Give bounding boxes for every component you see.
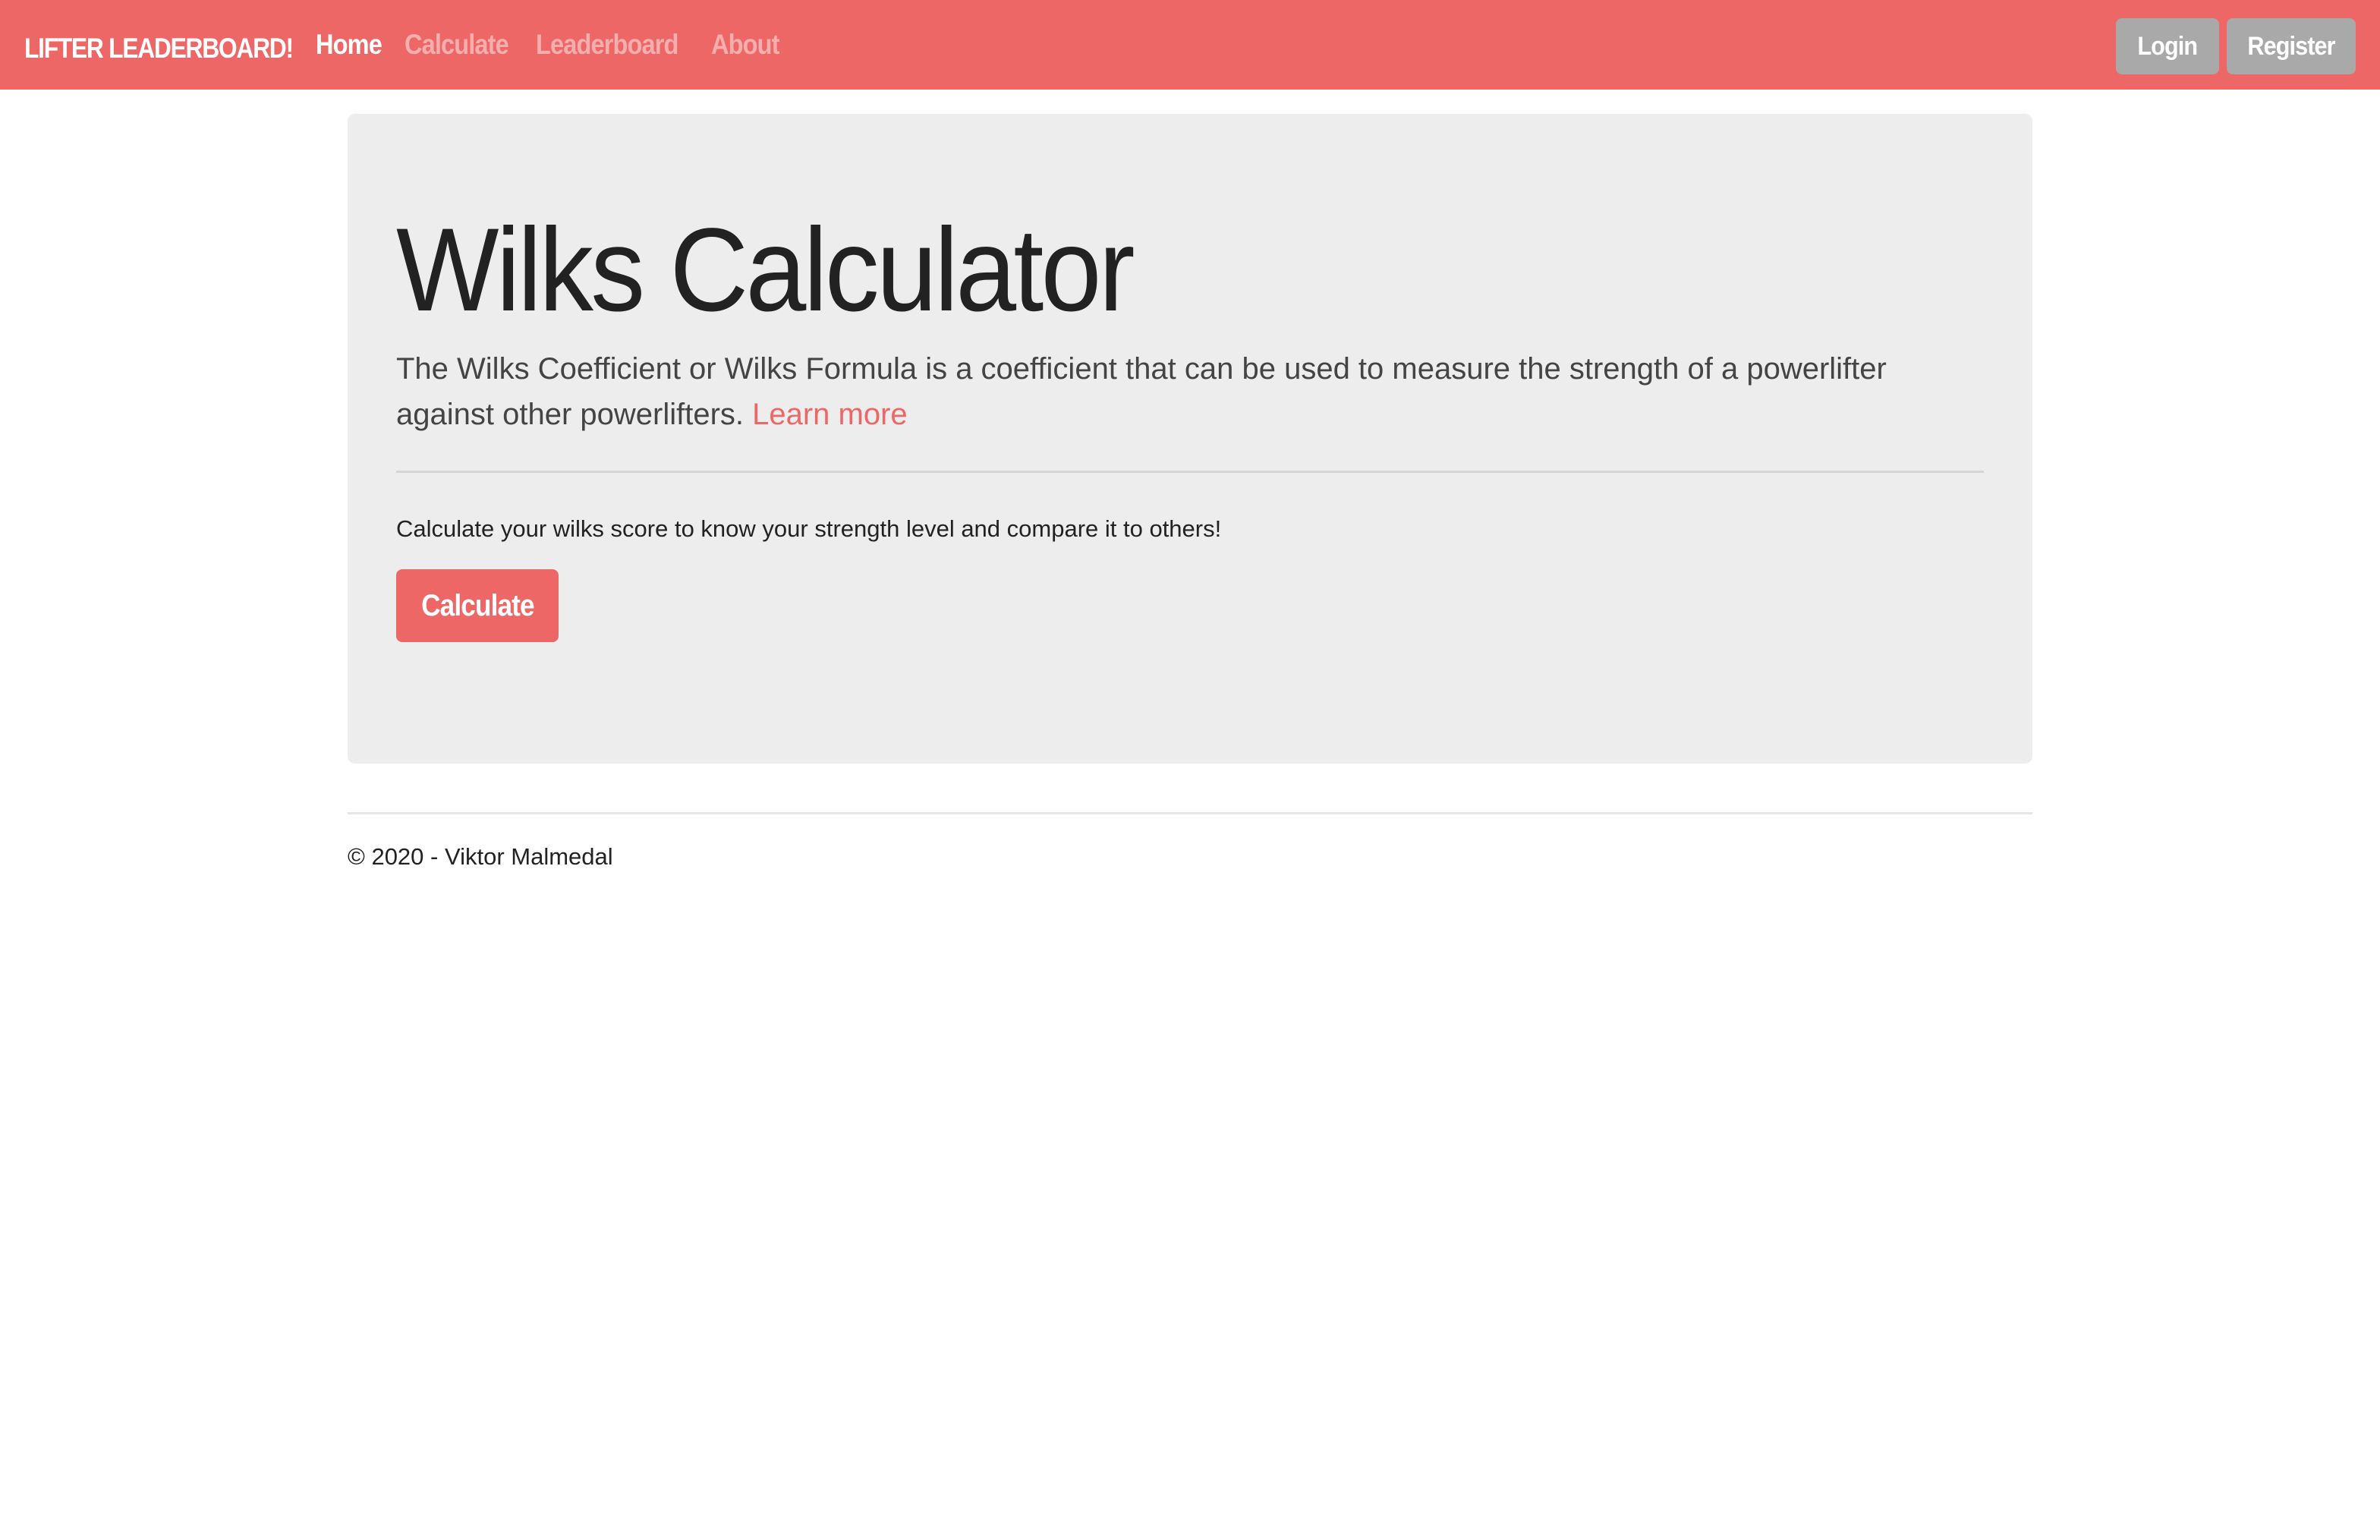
jumbotron: Wilks Calculator The Wilks Coefficient o…: [348, 114, 2032, 764]
register-button-label: Register: [2247, 31, 2335, 61]
calculate-description: Calculate your wilks score to know your …: [396, 515, 1222, 542]
nav-link-leaderboard[interactable]: Leaderboard: [536, 29, 678, 61]
brand-logo[interactable]: LIFTER LEADERBOARD!: [24, 0, 294, 90]
learn-more-link[interactable]: Learn more: [752, 398, 908, 431]
navbar: LIFTER LEADERBOARD! Home Calculate Leade…: [0, 0, 2380, 90]
calculate-button[interactable]: Calculate: [396, 569, 559, 642]
nav-link-calculate[interactable]: Calculate: [405, 29, 509, 61]
nav-link-about[interactable]: About: [711, 29, 780, 61]
divider: [396, 471, 1984, 473]
login-button-label: Login: [2137, 31, 2199, 61]
page-title: Wilks Calculator: [396, 204, 1135, 336]
login-button[interactable]: Login: [2116, 18, 2219, 74]
lead-text: The Wilks Coefficient or Wilks Formula i…: [396, 352, 1887, 431]
nav-link-home[interactable]: Home: [316, 29, 382, 61]
footer-copyright: © 2020 - Viktor Malmedal: [348, 843, 613, 870]
register-button[interactable]: Register: [2227, 18, 2356, 74]
nav-links: Home Calculate Leaderboard About: [316, 0, 780, 90]
footer-divider: [348, 812, 2032, 814]
lead-paragraph: The Wilks Coefficient or Wilks Formula i…: [396, 346, 1990, 437]
calculate-button-label: Calculate: [420, 588, 534, 622]
